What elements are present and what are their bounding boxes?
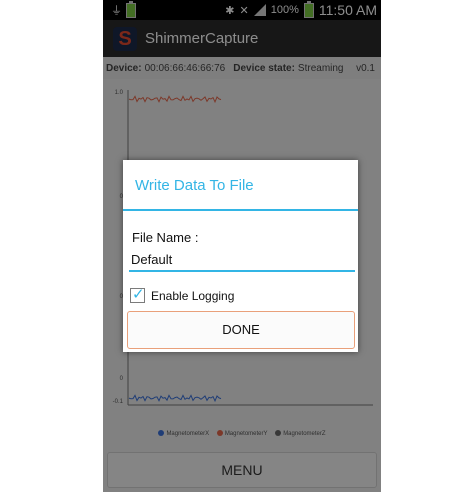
write-data-dialog: Write Data To File File Name : ✓ Enable … bbox=[123, 160, 358, 352]
app-version: v0.1 bbox=[356, 62, 375, 74]
legend-item-x: MagnetometerX bbox=[158, 430, 209, 437]
y-tick-label: 0 bbox=[120, 376, 124, 382]
battery-icon bbox=[303, 0, 314, 18]
dialog-title-divider bbox=[123, 209, 358, 211]
battery-percent: 100% bbox=[270, 4, 299, 16]
device-address: 00:06:66:46:66:76 bbox=[144, 62, 226, 74]
checkmark-icon: ✓ bbox=[132, 286, 145, 303]
enable-logging-label: Enable Logging bbox=[151, 288, 235, 303]
app-logo-icon: S bbox=[113, 26, 137, 51]
menu-button[interactable]: MENU bbox=[107, 452, 377, 488]
file-name-label: File Name : bbox=[132, 230, 199, 245]
enable-logging-checkbox[interactable]: ✓ bbox=[130, 286, 145, 303]
magnetometer-x-trace bbox=[128, 394, 222, 403]
bluetooth-icon: ✱ bbox=[225, 4, 235, 17]
mute-icon: ✕ bbox=[239, 4, 249, 17]
legend-item-y: MagnetometerY bbox=[216, 430, 268, 437]
device-info-bar: Device: 00:06:66:46:66:76 Device state: … bbox=[103, 57, 381, 79]
device-label: Device: bbox=[106, 62, 142, 74]
y-tick-label: -0.1 bbox=[113, 399, 124, 405]
device-state-label: Device state: bbox=[233, 62, 295, 74]
legend-item-z: MagnetometerZ bbox=[275, 430, 326, 437]
magnetometer-y-trace bbox=[128, 95, 222, 104]
app-title: ShimmerCapture bbox=[145, 30, 259, 47]
status-bar: ⏚ ✱ ✕ 100% 11:50 AM bbox=[103, 0, 381, 20]
small-battery-icon bbox=[126, 1, 136, 18]
done-button[interactable]: DONE bbox=[127, 311, 355, 349]
y-tick-label: 1.0 bbox=[115, 90, 124, 96]
signal-icon bbox=[253, 4, 266, 16]
clock: 11:50 AM bbox=[318, 2, 377, 18]
usb-icon: ⏚ bbox=[111, 4, 122, 17]
enable-logging-row[interactable]: ✓ Enable Logging bbox=[130, 286, 235, 303]
file-name-input[interactable] bbox=[129, 248, 355, 272]
dialog-title: Write Data To File bbox=[135, 177, 254, 194]
action-bar: S ShimmerCapture bbox=[103, 20, 381, 57]
device-state-value: Streaming bbox=[297, 62, 344, 74]
plot-legend: MagnetometerX MagnetometerY Magnetometer… bbox=[103, 430, 381, 437]
